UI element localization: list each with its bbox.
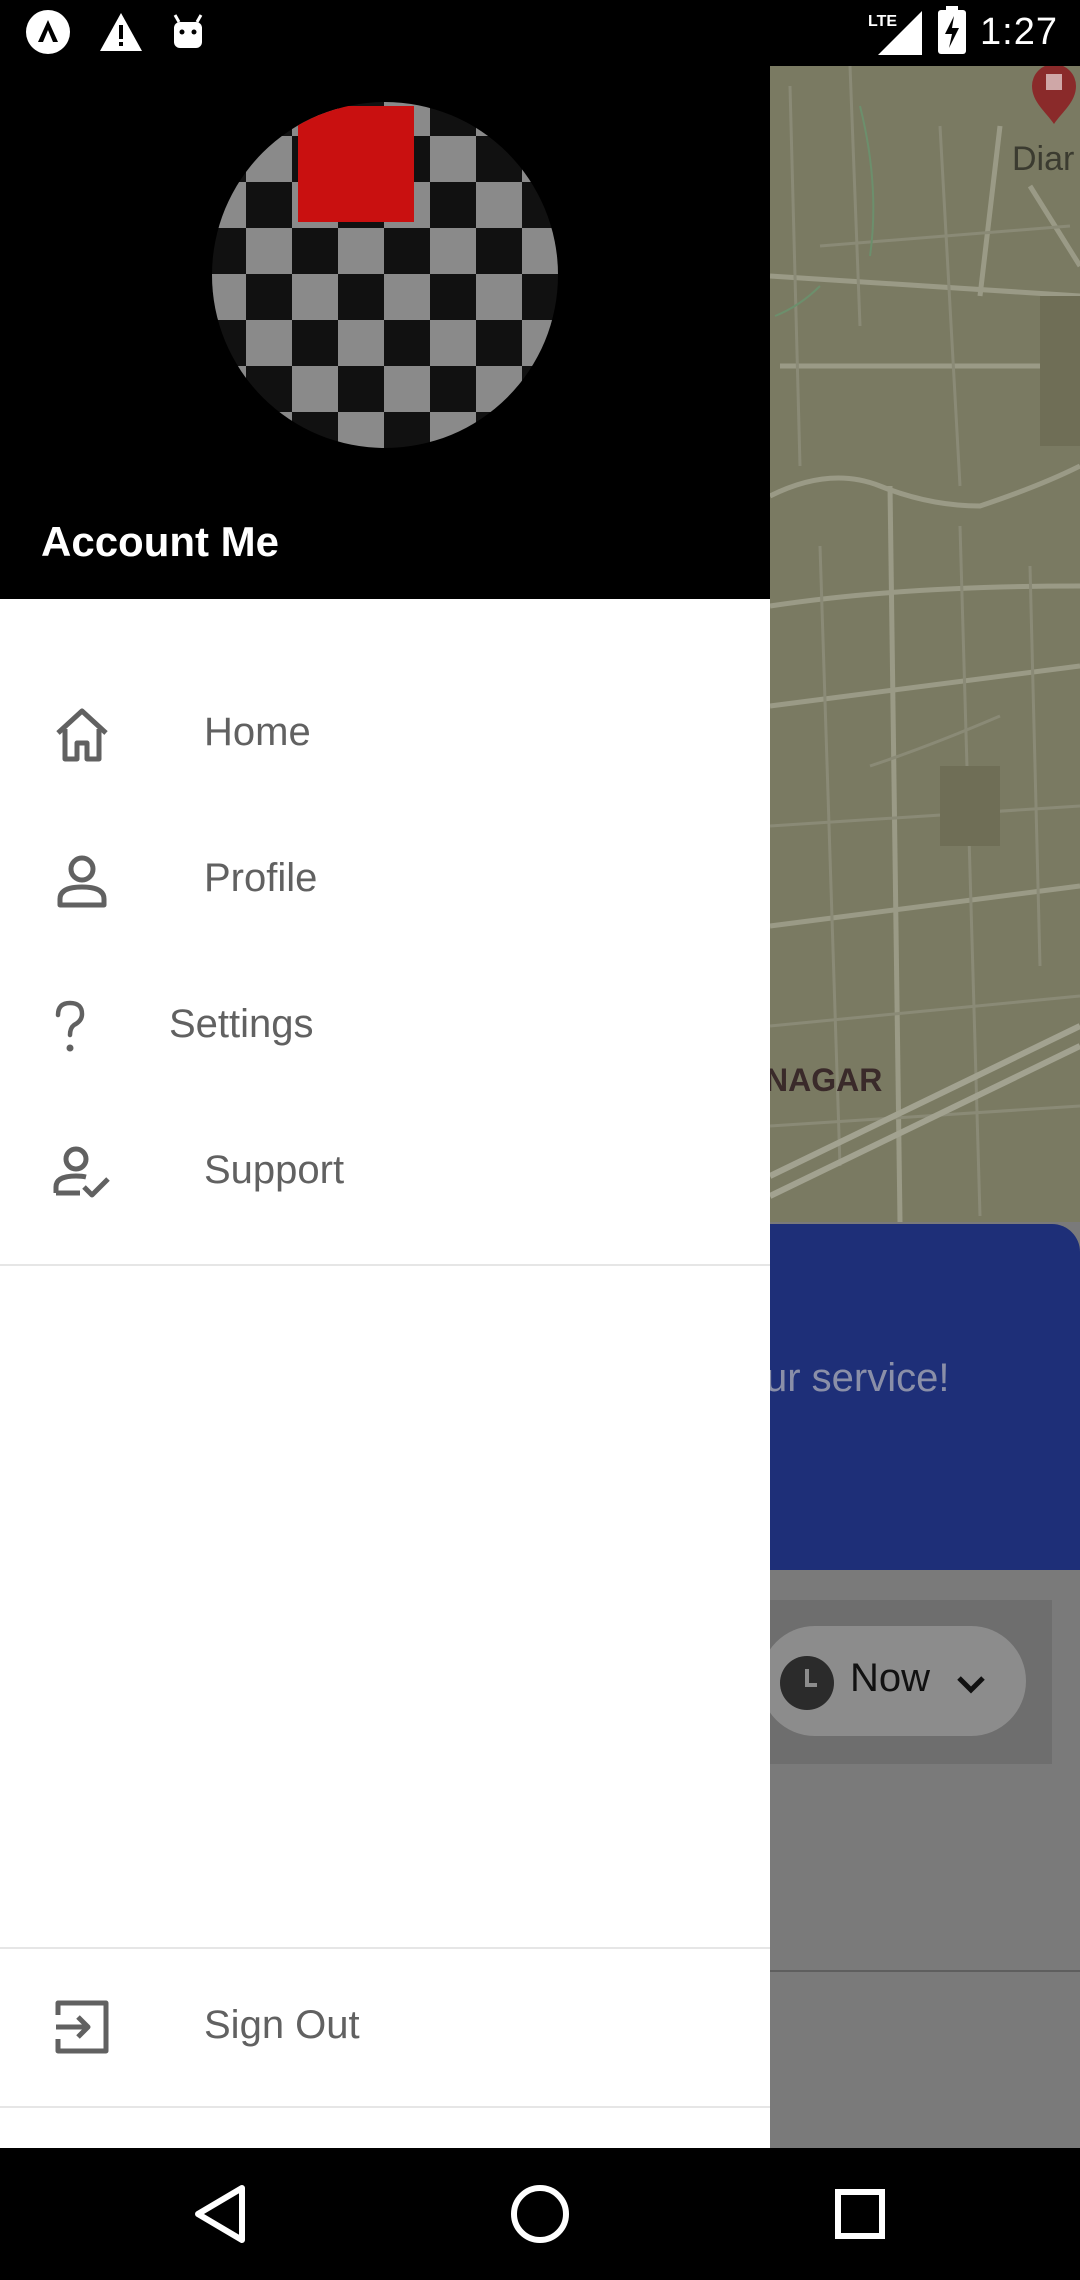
home-icon (52, 705, 112, 765)
chevron-down-icon (955, 1670, 987, 1698)
drawer-header: Account Me (0, 66, 770, 599)
map-pin-icon (1028, 66, 1080, 131)
notification-icons (24, 8, 206, 61)
menu-item-settings[interactable]: Settings (0, 952, 770, 1098)
screen: LTE 1:27 Diar NAGAR ur service! Now Acco… (0, 0, 1080, 2280)
menu-item-label: Profile (204, 856, 318, 900)
menu-item-profile[interactable]: Profile (0, 806, 770, 952)
system-icons: LTE 1:27 (868, 6, 1058, 59)
signout-divider-bottom (0, 2106, 770, 2108)
map-area-label: NAGAR (765, 1062, 883, 1098)
menu-item-home[interactable]: Home (0, 660, 770, 806)
drawer-menu: Home Profile Settings Support (0, 660, 770, 1244)
recents-icon[interactable] (824, 2178, 896, 2250)
app-notification-icon (24, 8, 72, 61)
menu-item-label: Support (204, 1148, 345, 1192)
android-icon (170, 12, 206, 57)
status-bar: LTE 1:27 (0, 0, 1080, 66)
menu-item-label: Home (204, 710, 311, 754)
question-mark-icon (40, 997, 100, 1057)
back-icon[interactable] (184, 2178, 256, 2250)
menu-divider (0, 1264, 770, 1266)
person-icon (52, 851, 112, 911)
warning-icon (98, 11, 144, 58)
battery-charging-icon (938, 6, 967, 59)
sign-out-icon (52, 1997, 112, 2057)
system-nav-bar (0, 2148, 1080, 2280)
menu-item-support[interactable]: Support (0, 1098, 770, 1244)
time-selector-label: Now (850, 1656, 931, 1700)
map-place-label: Diar (1012, 140, 1075, 178)
menu-item-label: Settings (169, 1002, 314, 1046)
clock: 1:27 (980, 11, 1058, 53)
clock-icon (779, 1655, 835, 1711)
avatar-image (212, 102, 558, 448)
home-circle-icon[interactable] (504, 2178, 576, 2250)
avatar[interactable] (212, 102, 558, 448)
promo-card-text: ur service! (765, 1356, 950, 1400)
sign-out-label: Sign Out (204, 2003, 360, 2047)
background-divider (770, 1970, 1080, 1972)
sign-out-button[interactable]: Sign Out (0, 1949, 770, 2107)
lte-signal-icon: LTE (868, 7, 924, 59)
navigation-drawer: Account Me Home Profile Settings Support… (0, 66, 770, 2148)
account-name: Account Me (41, 518, 280, 565)
person-check-icon (52, 1143, 112, 1203)
